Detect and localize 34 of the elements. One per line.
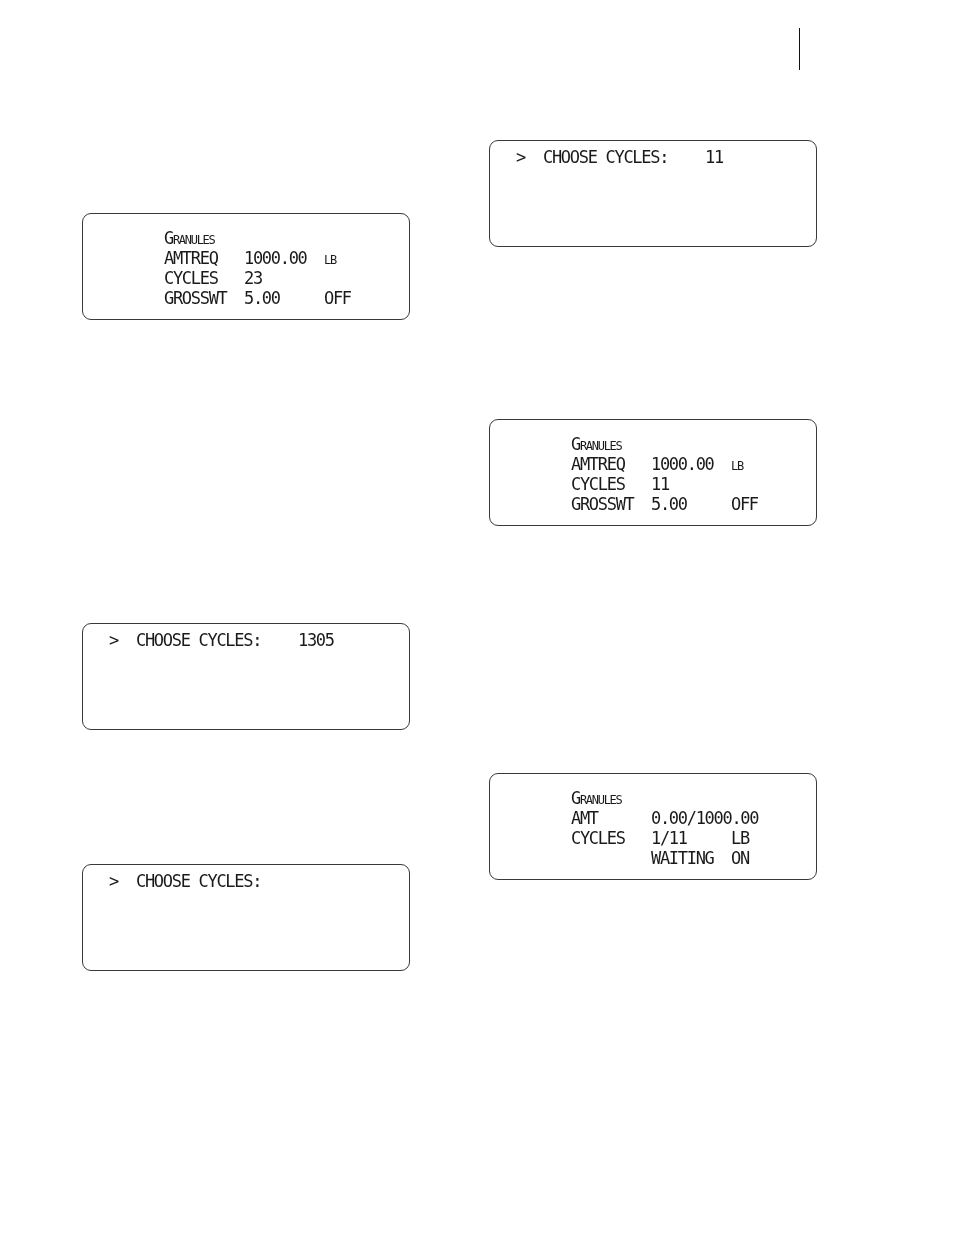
unit-label: LB: [731, 828, 749, 848]
unit-label: lb: [324, 248, 336, 268]
row-label: AMT: [571, 808, 598, 828]
prompt-value: 1305: [298, 630, 334, 650]
row-value: 1000.00: [244, 248, 307, 268]
prompt-label: CHOOSE CYCLES:: [136, 630, 262, 650]
row-label: GROSSWT: [571, 494, 634, 514]
prompt-label: CHOOSE CYCLES:: [543, 147, 669, 167]
row-value: 0.00/1000.00: [651, 808, 759, 828]
row-value: 23: [244, 268, 262, 288]
unit-label: lb: [731, 454, 743, 474]
status-value: ON: [731, 848, 749, 868]
row-label: AMTREQ: [164, 248, 218, 268]
row-label: AMTREQ: [571, 454, 625, 474]
row-value: 1000.00: [651, 454, 714, 474]
display-title: Granules: [164, 228, 215, 248]
row-label: CYCLES: [164, 268, 218, 288]
status-value: OFF: [731, 494, 758, 514]
prompt-value: 11: [705, 147, 723, 167]
row-value: 1/11: [651, 828, 687, 848]
display-title: Granules: [571, 434, 622, 454]
status-value: OFF: [324, 288, 351, 308]
row-value: WAITING: [651, 848, 714, 868]
row-label: CYCLES: [571, 828, 625, 848]
prompt-cursor: >: [516, 147, 525, 167]
prompt-cursor: >: [109, 630, 118, 650]
display-title: Granules: [571, 788, 622, 808]
row-value: 5.00: [244, 288, 280, 308]
row-label: CYCLES: [571, 474, 625, 494]
row-value: 5.00: [651, 494, 687, 514]
row-value: 11: [651, 474, 669, 494]
prompt-cursor: >: [109, 871, 118, 891]
row-label: GROSSWT: [164, 288, 227, 308]
prompt-label: CHOOSE CYCLES:: [136, 871, 262, 891]
